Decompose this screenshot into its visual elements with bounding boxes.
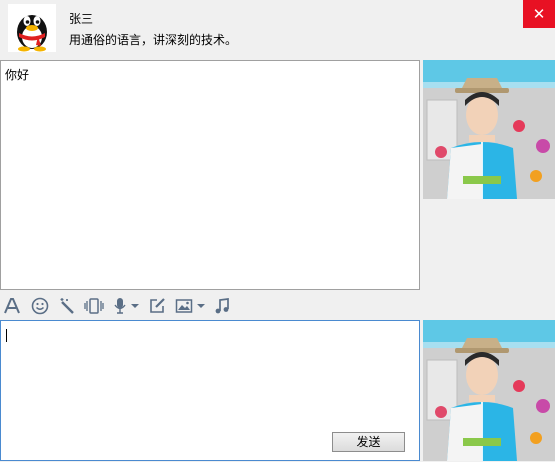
chat-header: 张三 用通俗的语言，讲深刻的技术。 ✕ [0, 0, 555, 58]
text-caret [6, 329, 7, 342]
message-input[interactable]: 发送 [0, 320, 420, 461]
voice-dropdown-icon [131, 304, 139, 308]
penguin-avatar-icon [8, 4, 56, 52]
music-icon [215, 298, 229, 314]
edit-button[interactable] [147, 296, 167, 316]
close-button[interactable]: ✕ [523, 0, 555, 28]
image-icon [175, 299, 193, 313]
cartoon-boy-image [423, 320, 555, 461]
magic-wand-icon [60, 298, 74, 314]
message-item: 你好 [5, 68, 30, 82]
voice-dropdown[interactable] [130, 296, 140, 316]
emoji-icon [31, 297, 49, 315]
my-show-image [423, 320, 555, 461]
input-toolbar [0, 294, 420, 318]
contact-name: 张三 [69, 12, 94, 26]
voice-icon [114, 298, 126, 314]
voice-button[interactable] [112, 296, 128, 316]
font-icon [4, 298, 20, 314]
image-dropdown[interactable] [196, 296, 206, 316]
cartoon-boy-image [423, 60, 555, 199]
emoji-button[interactable] [30, 296, 50, 316]
image-dropdown-icon [197, 304, 205, 308]
shake-button[interactable] [83, 296, 105, 316]
image-button[interactable] [174, 296, 194, 316]
contact-signature: 用通俗的语言，讲深刻的技术。 [69, 33, 238, 47]
magic-wand-button[interactable] [57, 296, 77, 316]
close-icon: ✕ [532, 5, 546, 23]
music-button[interactable] [212, 296, 232, 316]
edit-icon [150, 298, 165, 313]
contact-avatar[interactable] [8, 4, 56, 52]
font-button[interactable] [2, 296, 22, 316]
contact-show-image [423, 60, 555, 199]
shake-icon [84, 298, 104, 314]
message-history[interactable]: 你好 [0, 60, 420, 290]
send-button[interactable]: 发送 [332, 432, 405, 452]
